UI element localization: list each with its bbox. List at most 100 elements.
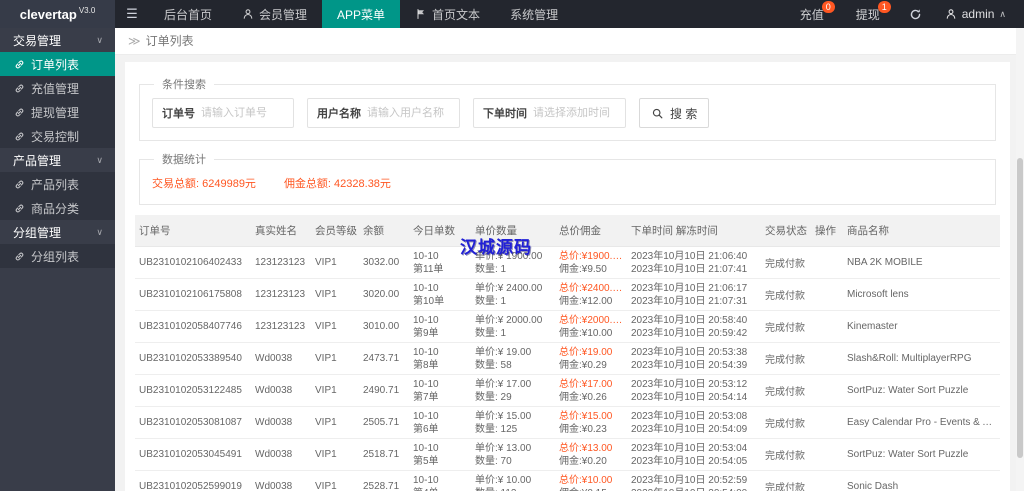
today-orders-line: 10-10 (413, 314, 467, 327)
sidebar-item[interactable]: 分组列表 (0, 244, 115, 268)
order-times: 2023年10月10日 20:52:592023年10月10日 20:54:00 (627, 471, 761, 491)
real-name: 123123123 (251, 279, 311, 311)
column-header: 操作 (811, 215, 843, 247)
real-name: Wd0038 (251, 407, 311, 439)
today-orders: 10-10第10单 (409, 279, 471, 311)
trade-status: 完成付款 (761, 471, 811, 491)
price-qty: 单价:¥ 2000.00数量: 1 (471, 311, 555, 343)
trade-status: 完成付款 (761, 247, 811, 279)
link-icon (14, 83, 25, 94)
price-qty-line: 数量: 70 (475, 455, 551, 468)
sidebar-item-label: 交易控制 (31, 128, 79, 145)
orders-table: 订单号真实姓名会员等级余额今日单数单价数量总价佣金下单时间 解冻时间交易状态操作… (135, 215, 1000, 491)
watermark: 汉城源码 (460, 233, 532, 258)
total-commission-line: 佣金:¥0.26 (559, 391, 623, 404)
top-action[interactable]: 充值0 (784, 0, 840, 28)
column-header: 总价佣金 (555, 215, 627, 247)
order-id: UB2310102053122485 (135, 375, 251, 407)
top-action[interactable]: 提现1 (840, 0, 896, 28)
scrollbar[interactable] (1016, 28, 1024, 491)
today-orders-line: 10-10 (413, 474, 467, 487)
order-id: UB2310102053045491 (135, 439, 251, 471)
scrollbar-thumb[interactable] (1017, 158, 1023, 458)
user-menu[interactable]: admin ∧ (935, 0, 1024, 28)
real-name: 123123123 (251, 247, 311, 279)
today-orders: 10-10第6单 (409, 407, 471, 439)
row-actions (811, 247, 843, 279)
sidebar: 交易管理∨订单列表充值管理提现管理交易控制产品管理 ∨ 产品列表商品分类分组管理∨分… (0, 28, 115, 491)
top-menu-item[interactable]: 首页文本 (400, 0, 495, 28)
sidebar-item[interactable]: 产品列表 (0, 172, 115, 196)
total-commission: 总价:¥15.00佣金:¥0.23 (555, 407, 627, 439)
search-icon (651, 107, 664, 120)
sidebar-item[interactable]: 商品分类 (0, 196, 115, 220)
order-times-line: 2023年10月10日 20:54:00 (631, 487, 757, 491)
today-orders-line: 第11单 (413, 263, 467, 276)
price-qty: 单价:¥ 2400.00数量: 1 (471, 279, 555, 311)
member-level: VIP1 (311, 279, 359, 311)
notification-badge: 1 (878, 1, 891, 13)
member-level: VIP1 (311, 471, 359, 491)
total-commission-line: 总价:¥2400.00 (559, 282, 623, 295)
column-header: 余额 (359, 215, 409, 247)
search-input[interactable] (533, 102, 625, 124)
main-area: ≫订单列表 条件搜索 订单号用户名称下单时间 搜 索 数据统计 交易总额: 62… (115, 28, 1024, 491)
column-header: 下单时间 解冻时间 (627, 215, 761, 247)
top-menu-item[interactable]: APP菜单 (322, 0, 400, 28)
hamburger-icon[interactable]: ☰ (115, 0, 149, 28)
search-button[interactable]: 搜 索 (639, 98, 709, 128)
sidebar-group-title[interactable]: 产品管理 ∨ (0, 148, 115, 172)
price-qty-line: 单价:¥ 17.00 (475, 378, 551, 391)
product-name: Easy Calendar Pro - Events & Appointment… (843, 407, 1000, 439)
today-orders-line: 10-10 (413, 346, 467, 359)
sidebar-item[interactable]: 充值管理 (0, 76, 115, 100)
sidebar-group-title[interactable]: 分组管理∨ (0, 220, 115, 244)
order-times-line: 2023年10月10日 21:07:41 (631, 263, 757, 276)
top-menu-item[interactable]: 后台首页 (149, 0, 227, 28)
today-orders-line: 第4单 (413, 487, 467, 491)
real-name: Wd0038 (251, 375, 311, 407)
member-level: VIP1 (311, 343, 359, 375)
today-orders-line: 10-10 (413, 410, 467, 423)
sidebar-item[interactable]: 订单列表 (0, 52, 115, 76)
today-orders-line: 10-10 (413, 378, 467, 391)
top-menu-item[interactable]: 会员管理 (227, 0, 322, 28)
sidebar-group-label: 产品管理 (13, 152, 61, 169)
price-qty: 单价:¥ 17.00数量: 29 (471, 375, 555, 407)
column-header: 真实姓名 (251, 215, 311, 247)
top-menu-item[interactable]: 系统管理 (495, 0, 573, 28)
table-row: UB2310102053081087Wd0038VIP12505.7110-10… (135, 407, 1000, 439)
search-input[interactable] (367, 102, 459, 124)
chevron-down-icon: ∨ (96, 155, 103, 166)
member-level: VIP1 (311, 439, 359, 471)
member-level: VIP1 (311, 375, 359, 407)
trade-status: 完成付款 (761, 311, 811, 343)
caret-up-icon: ∧ (999, 9, 1006, 20)
table-header-row: 订单号真实姓名会员等级余额今日单数单价数量总价佣金下单时间 解冻时间交易状态操作… (135, 215, 1000, 247)
commission-amount: 佣金总额: 42328.38元 (284, 175, 391, 191)
order-times: 2023年10月10日 20:53:382023年10月10日 20:54:39 (627, 343, 761, 375)
sidebar-item[interactable]: 提现管理 (0, 100, 115, 124)
column-header: 订单号 (135, 215, 251, 247)
today-orders: 10-10第9单 (409, 311, 471, 343)
search-input[interactable] (201, 102, 293, 124)
sidebar-item[interactable]: 交易控制 (0, 124, 115, 148)
sidebar-item-label: 充值管理 (31, 80, 79, 97)
order-id: UB2310102106175808 (135, 279, 251, 311)
sidebar-group-title[interactable]: 交易管理∨ (0, 28, 115, 52)
notification-badge: 0 (822, 1, 835, 13)
member-level: VIP1 (311, 311, 359, 343)
app-logo[interactable]: clevertap V3.0 (0, 0, 115, 28)
order-id: UB2310102052599019 (135, 471, 251, 491)
column-header: 商品名称 (843, 215, 1000, 247)
product-name: Microsoft lens (843, 279, 1000, 311)
row-actions (811, 311, 843, 343)
balance: 3020.00 (359, 279, 409, 311)
total-commission-line: 总价:¥13.00 (559, 442, 623, 455)
price-qty-line: 数量: 1 (475, 327, 551, 340)
link-icon (14, 179, 25, 190)
order-times-line: 2023年10月10日 20:53:08 (631, 410, 757, 423)
price-qty-line: 单价:¥ 13.00 (475, 442, 551, 455)
total-commission-line: 总价:¥19.00 (559, 346, 623, 359)
refresh-button[interactable] (896, 0, 935, 28)
